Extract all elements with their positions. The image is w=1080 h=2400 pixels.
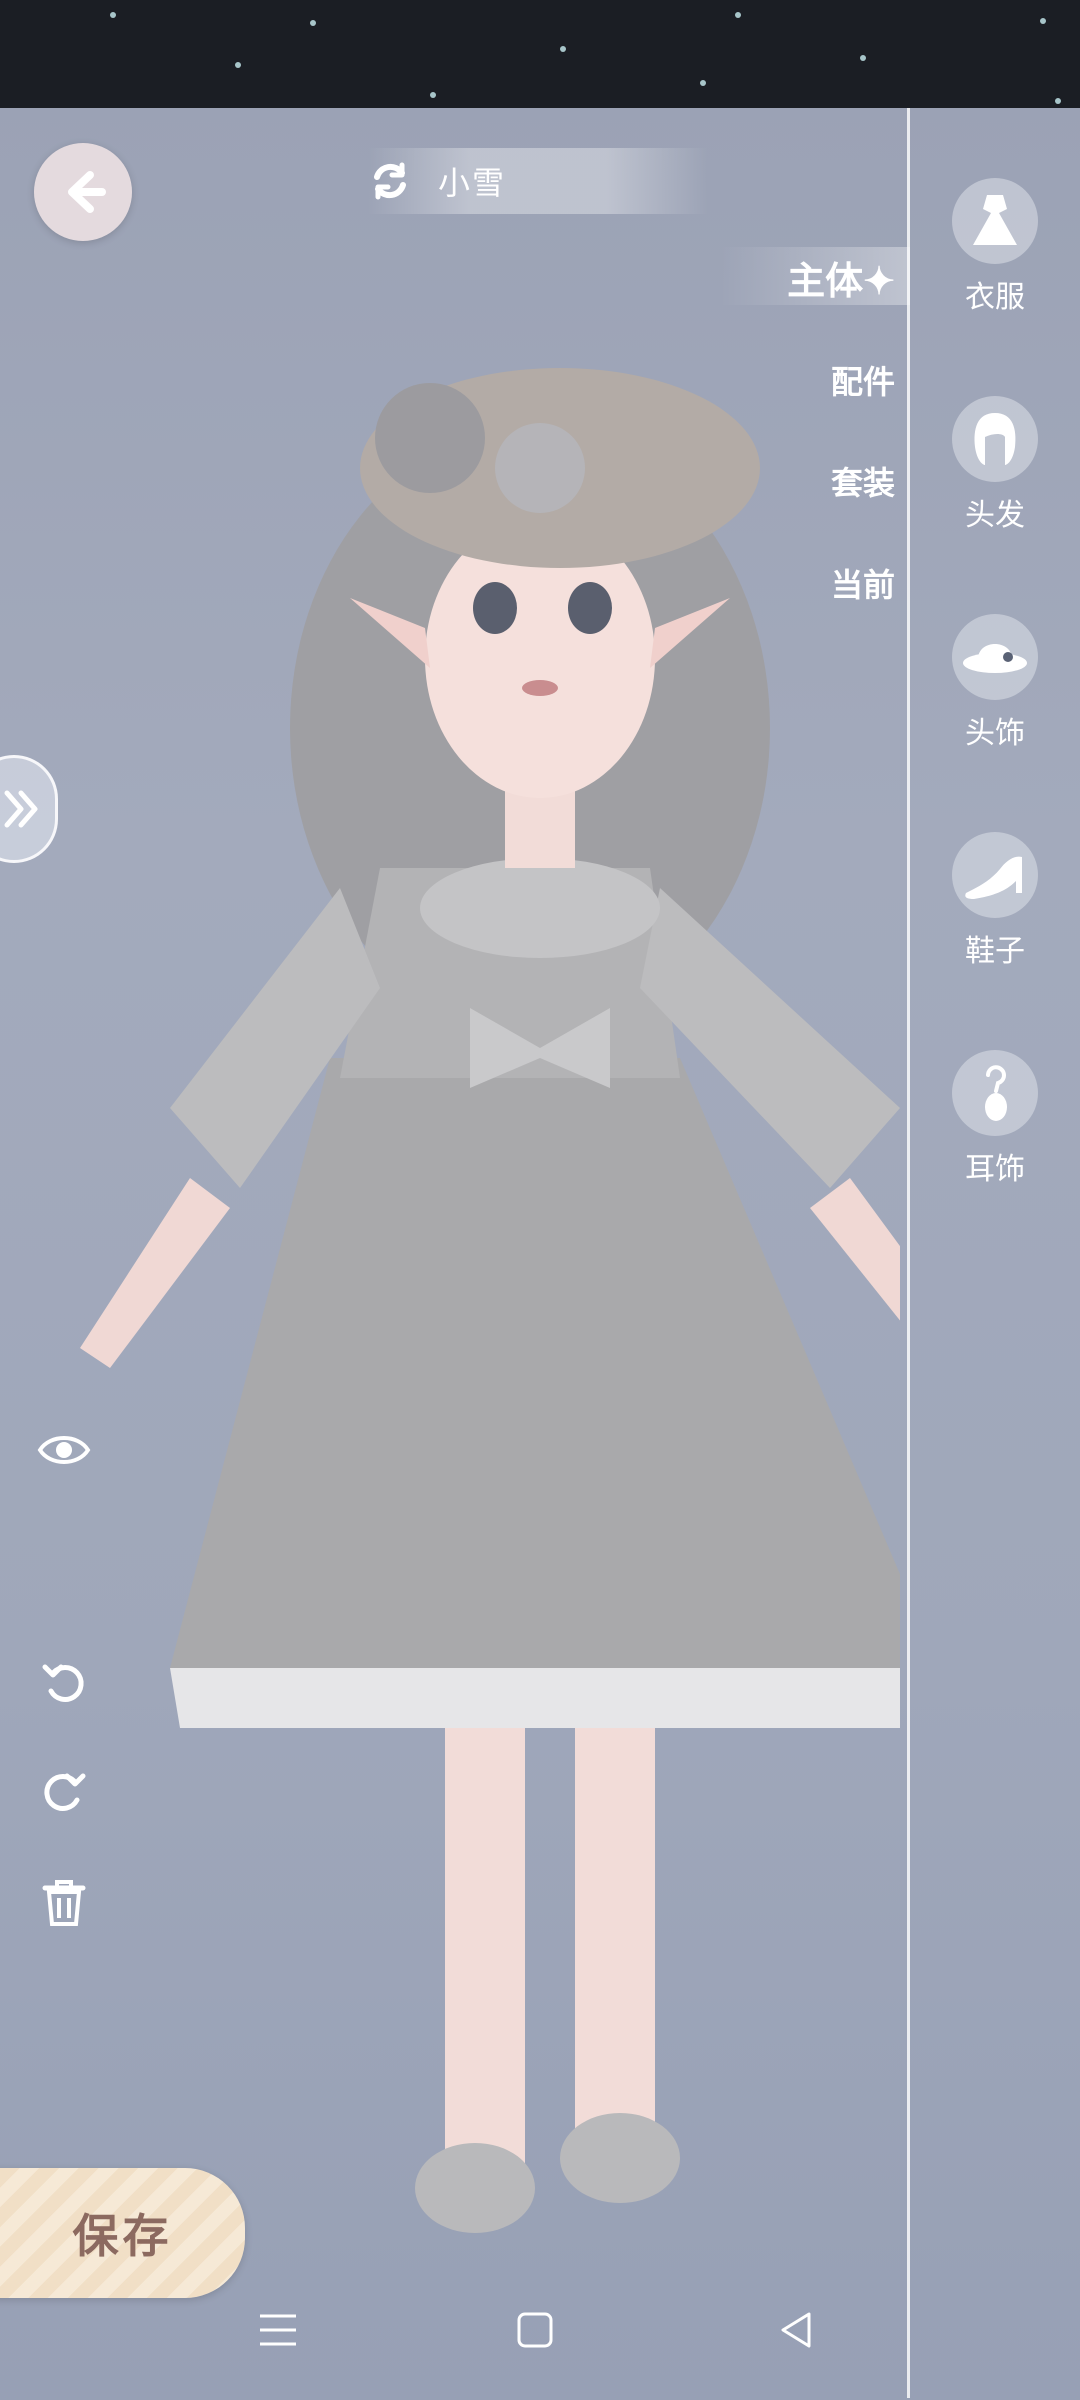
shoe-icon [952,832,1038,918]
earring-icon [952,1050,1038,1136]
back-triangle-icon [781,2312,811,2348]
character-model[interactable] [0,108,900,2258]
character-name: 小雪 [438,164,507,202]
trash-icon [42,1880,86,1926]
character-name-bar[interactable]: 小雪 [368,148,708,214]
refresh-icon[interactable] [368,159,412,203]
save-button-label: 保存 [72,2209,173,2263]
tab-main[interactable]: 主体✦ [775,250,895,305]
delete-button[interactable] [36,1875,92,1931]
sidebar-item-headwear[interactable]: 头饰 [940,614,1050,752]
hat-icon [952,614,1038,700]
sidebar-item-label: 头发 [965,498,1025,533]
arrow-left-icon [68,171,106,213]
hair-icon [952,396,1038,482]
tab-accessories[interactable]: 配件 [775,357,895,403]
undo-button[interactable] [36,1656,92,1712]
tab-current[interactable]: 当前 [775,560,895,606]
sidebar-item-shoes[interactable]: 鞋子 [940,832,1050,970]
sidebar-item-hair[interactable]: 头发 [940,396,1050,534]
preview-button[interactable] [36,1422,92,1478]
nav-menu-button[interactable] [248,2300,308,2360]
save-button[interactable]: 保存 [0,2168,245,2298]
nav-home-button[interactable] [505,2300,565,2360]
sidebar-item-label: 衣服 [965,280,1025,315]
sidebar-item-earrings[interactable]: 耳饰 [940,1050,1050,1188]
dress-icon [952,178,1038,264]
redo-button[interactable] [36,1765,92,1821]
redo-icon [44,1773,86,1811]
nav-back-button[interactable] [765,2300,825,2360]
sidebar-item-label: 头饰 [965,716,1025,751]
undo-icon [42,1664,84,1702]
menu-icon [260,2314,296,2346]
sidebar-item-label: 耳饰 [965,1152,1025,1187]
home-icon [517,2312,553,2348]
back-button[interactable] [34,143,132,241]
tab-outfits[interactable]: 套装 [775,458,895,504]
eye-icon [37,1436,91,1464]
sidebar-item-clothes[interactable]: 衣服 [940,178,1050,316]
top-status-strip [0,0,1080,108]
sidebar-divider [907,108,910,2398]
sidebar-item-label: 鞋子 [965,934,1025,969]
chevron-double-right-icon [4,790,38,828]
